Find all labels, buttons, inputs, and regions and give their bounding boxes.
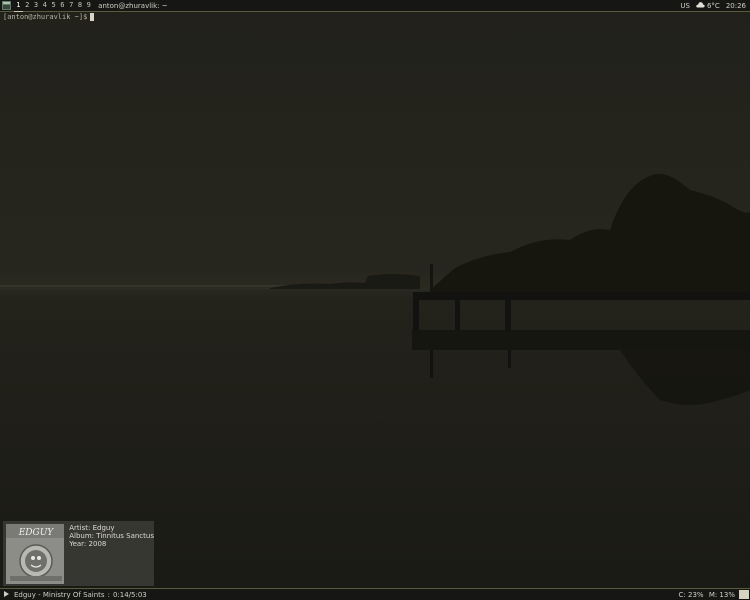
workspace-3[interactable]: 3	[32, 0, 41, 11]
weather-widget[interactable]: 6°C	[696, 1, 720, 10]
workspace-6[interactable]: 6	[58, 0, 67, 11]
terminal-prompt[interactable]: [anton@zhuravlik ~]$	[3, 13, 95, 21]
prompt-text: [anton@zhuravlik ~]$	[3, 13, 88, 21]
desktop-wallpaper	[0, 0, 750, 600]
bottom-panel: Edguy - Ministry Of Saints : 0:14/5:03 C…	[0, 588, 750, 600]
workspace-5[interactable]: 5	[49, 0, 58, 11]
system-tray: US 6°C 20:26	[680, 0, 746, 11]
play-icon[interactable]	[4, 590, 9, 599]
track-metadata: Artist: Edguy Album: Tinnitus Sanctus Ye…	[69, 524, 154, 586]
year-line: Year: 2008	[69, 540, 154, 548]
cpu-usage: C: 23%	[678, 591, 704, 599]
album-line: Album: Tinnitus Sanctus	[69, 532, 154, 540]
temperature: 6°C	[706, 1, 720, 10]
workspace-1[interactable]: 1	[14, 0, 23, 12]
keyboard-layout[interactable]: US	[680, 2, 690, 10]
music-widget: EDGUY Artist: Edguy Album: Tinnitus Sanc…	[3, 521, 154, 586]
active-window-title[interactable]: anton@zhuravlik: ~	[98, 2, 167, 10]
memory-usage: M: 13%	[708, 591, 735, 599]
artist-line: Artist: Edguy	[69, 524, 154, 532]
system-stats: C: 23% M: 13%	[676, 590, 735, 600]
album-value: Tinnitus Sanctus	[96, 532, 154, 540]
workspace-2[interactable]: 2	[23, 0, 32, 11]
workspace-4[interactable]: 4	[40, 0, 49, 11]
album-label: Album:	[69, 532, 95, 540]
playback-position: 0:14/5:03	[112, 590, 147, 599]
separator: :	[107, 590, 110, 599]
tray-corner-indicator[interactable]	[739, 590, 749, 599]
artist-value: Edguy	[92, 524, 115, 532]
band-logo: EDGUY	[18, 528, 55, 538]
clock[interactable]: 20:26	[726, 2, 746, 10]
workspace-9[interactable]: 9	[84, 0, 93, 11]
workspace-8[interactable]: 8	[76, 0, 85, 11]
now-playing-title[interactable]: Edguy - Ministry Of Saints	[14, 591, 105, 599]
app-menu-icon[interactable]	[2, 1, 11, 10]
album-cover: EDGUY	[6, 524, 65, 584]
text-cursor	[90, 13, 95, 21]
artist-label: Artist:	[69, 524, 91, 532]
year-value: 2008	[88, 540, 107, 548]
workspace-switcher: 1 2 3 4 5 6 7 8 9	[14, 0, 93, 12]
cloud-icon	[696, 1, 705, 10]
top-panel: 1 2 3 4 5 6 7 8 9 anton@zhuravlik: ~ US …	[0, 0, 750, 12]
year-label: Year:	[69, 540, 87, 548]
workspace-7[interactable]: 7	[67, 0, 76, 11]
